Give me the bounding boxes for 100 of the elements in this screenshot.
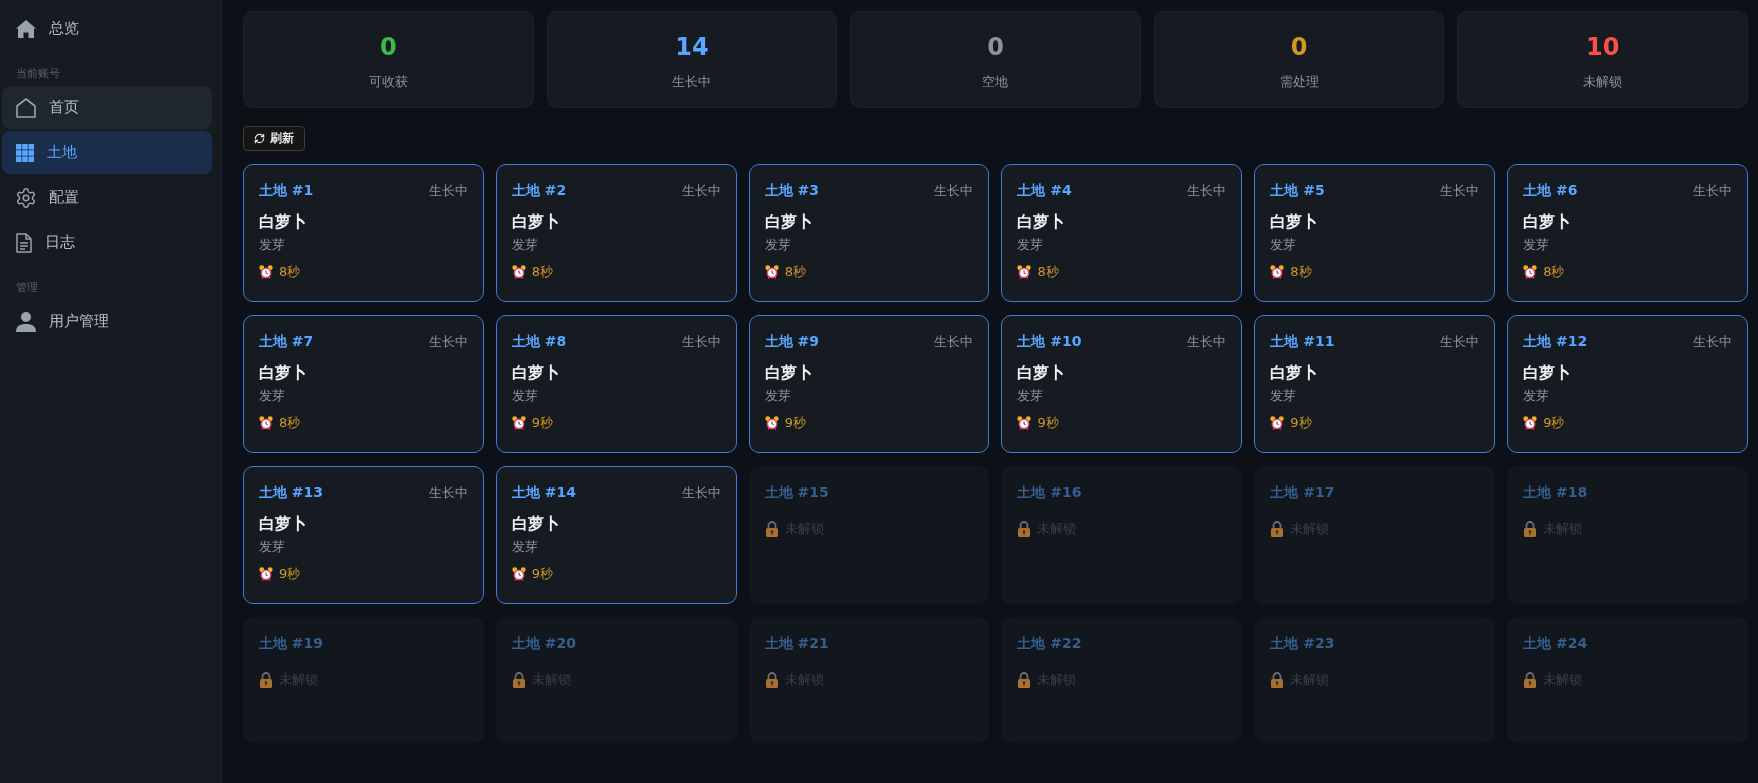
settings-icon <box>15 186 37 209</box>
plot-card[interactable]: 土地 #9 生长中 白萝卜 发芽 9秒 <box>748 315 990 453</box>
crop-name: 白萝卜 <box>1017 211 1067 233</box>
growth-stage: 发芽 <box>1523 236 1551 254</box>
plot-title: 土地 #9 <box>764 333 819 351</box>
lock-icon <box>1017 672 1032 688</box>
lock-icon <box>1523 521 1538 537</box>
plot-status: 生长中 <box>1440 182 1480 200</box>
crop-name: 白萝卜 <box>1523 362 1573 384</box>
plot-status: 生长中 <box>1440 333 1480 351</box>
plot-card[interactable]: 土地 #12 生长中 白萝卜 发芽 9秒 <box>1507 315 1748 453</box>
plot-card[interactable]: 土地 #11 生长中 白萝卜 发芽 9秒 <box>1254 315 1496 453</box>
plot-card[interactable]: 土地 #10 生长中 白萝卜 发芽 9秒 <box>1001 315 1243 453</box>
stat-label: 空地 <box>982 73 1009 91</box>
plot-status: 生长中 <box>934 182 974 200</box>
plot-card[interactable]: 土地 #5 生长中 白萝卜 发芽 8秒 <box>1254 164 1496 302</box>
growth-stage: 发芽 <box>764 387 792 405</box>
crop-name: 白萝卜 <box>1270 211 1320 233</box>
crop-name: 白萝卜 <box>259 513 308 535</box>
plot-card[interactable]: 土地 #4 生长中 白萝卜 发芽 8秒 <box>1001 164 1243 302</box>
plot-title: 土地 #22 <box>1017 635 1082 653</box>
timer-text: 9秒 <box>279 565 301 583</box>
alarm-clock-icon <box>511 567 526 581</box>
plot-title: 土地 #24 <box>1523 635 1588 653</box>
lock-icon <box>259 672 273 688</box>
timer-text: 9秒 <box>1290 414 1312 432</box>
crop-name: 白萝卜 <box>764 362 814 384</box>
stat-label: 需处理 <box>1279 73 1319 91</box>
growth-stage: 发芽 <box>764 236 792 254</box>
growth-stage: 发芽 <box>259 236 286 254</box>
alarm-clock-icon <box>1017 416 1032 430</box>
stat-label: 生长中 <box>672 73 712 91</box>
growth-stage: 发芽 <box>1523 387 1551 405</box>
plot-status: 生长中 <box>681 484 721 502</box>
stat-value: 10 <box>1586 32 1620 62</box>
sidebar-item[interactable]: 总览 <box>2 7 212 50</box>
crop-name: 白萝卜 <box>511 362 561 384</box>
crop-name: 白萝卜 <box>259 211 308 233</box>
plot-title: 土地 #5 <box>1270 182 1325 200</box>
plot-status: 生长中 <box>428 182 468 200</box>
alarm-clock-icon <box>1017 265 1032 279</box>
timer-text: 8秒 <box>1543 263 1565 281</box>
lock-icon <box>1270 672 1285 688</box>
lock-icon <box>1017 521 1032 537</box>
timer-text: 9秒 <box>1543 414 1565 432</box>
growth-stage: 发芽 <box>259 538 286 556</box>
timer-text: 8秒 <box>531 263 554 281</box>
plot-title: 土地 #8 <box>511 333 567 351</box>
lock-icon <box>764 521 779 537</box>
lock-icon <box>511 672 526 688</box>
refresh-icon <box>254 133 265 144</box>
plot-card[interactable]: 土地 #7 生长中 白萝卜 发芽 8秒 <box>243 315 484 453</box>
plot-title: 土地 #4 <box>1017 182 1072 200</box>
lock-icon <box>1270 521 1285 537</box>
timer-text: 8秒 <box>279 414 301 432</box>
stat-value: 14 <box>675 32 709 62</box>
plot-title: 土地 #17 <box>1270 484 1335 502</box>
growth-stage: 发芽 <box>511 538 539 556</box>
plot-card[interactable]: 土地 #8 生长中 白萝卜 发芽 9秒 <box>495 315 737 453</box>
sidebar-item[interactable]: 首页 <box>2 86 212 129</box>
stat-label: 可收获 <box>368 73 408 91</box>
plot-status: 生长中 <box>1693 333 1732 351</box>
plot-status: 生长中 <box>681 333 721 351</box>
plot-title: 土地 #12 <box>1523 333 1588 351</box>
plot-title: 土地 #1 <box>259 182 314 200</box>
refresh-button[interactable]: 刷新 <box>243 126 305 151</box>
growth-stage: 发芽 <box>1017 236 1045 254</box>
timer-text: 9秒 <box>531 565 554 583</box>
stat-value: 0 <box>379 32 397 62</box>
sidebar-item[interactable]: 配置 <box>2 176 212 219</box>
crop-name: 白萝卜 <box>259 362 308 384</box>
user-icon <box>16 311 36 332</box>
plot-card[interactable]: 土地 #3 生长中 白萝卜 发芽 8秒 <box>748 164 990 302</box>
timer-text: 8秒 <box>1037 263 1059 281</box>
plot-card[interactable]: 土地 #2 生长中 白萝卜 发芽 8秒 <box>495 164 737 302</box>
sidebar-item[interactable]: 日志 <box>2 221 212 264</box>
sidebar-item[interactable]: 用户管理 <box>2 300 212 343</box>
sidebar-item[interactable]: 土地 <box>2 131 212 174</box>
alarm-clock-icon <box>1270 265 1285 279</box>
plot-card[interactable]: 土地 #14 生长中 白萝卜 发芽 9秒 <box>495 466 737 604</box>
alarm-clock-icon <box>259 265 273 279</box>
plot-card[interactable]: 土地 #6 生长中 白萝卜 发芽 8秒 <box>1507 164 1748 302</box>
plot-status: 生长中 <box>1187 182 1227 200</box>
crop-name: 白萝卜 <box>1017 362 1067 384</box>
plot-card[interactable]: 土地 #1 生长中 白萝卜 发芽 8秒 <box>243 164 484 302</box>
grid-icon <box>16 143 34 162</box>
lock-icon <box>1523 672 1538 688</box>
timer-text: 8秒 <box>1290 263 1312 281</box>
document-icon <box>16 232 32 253</box>
section-label: 管理 <box>15 280 39 296</box>
growth-stage: 发芽 <box>259 387 286 405</box>
plot-status: 生长中 <box>428 333 468 351</box>
alarm-clock-icon <box>511 265 526 279</box>
plot-title: 土地 #6 <box>1523 182 1578 200</box>
stat-value: 0 <box>1290 32 1308 62</box>
crop-name: 白萝卜 <box>1270 362 1320 384</box>
plot-title: 土地 #7 <box>259 333 314 351</box>
alarm-clock-icon <box>764 416 779 430</box>
plot-status: 生长中 <box>681 182 721 200</box>
plot-card[interactable]: 土地 #13 生长中 白萝卜 发芽 9秒 <box>243 466 484 604</box>
